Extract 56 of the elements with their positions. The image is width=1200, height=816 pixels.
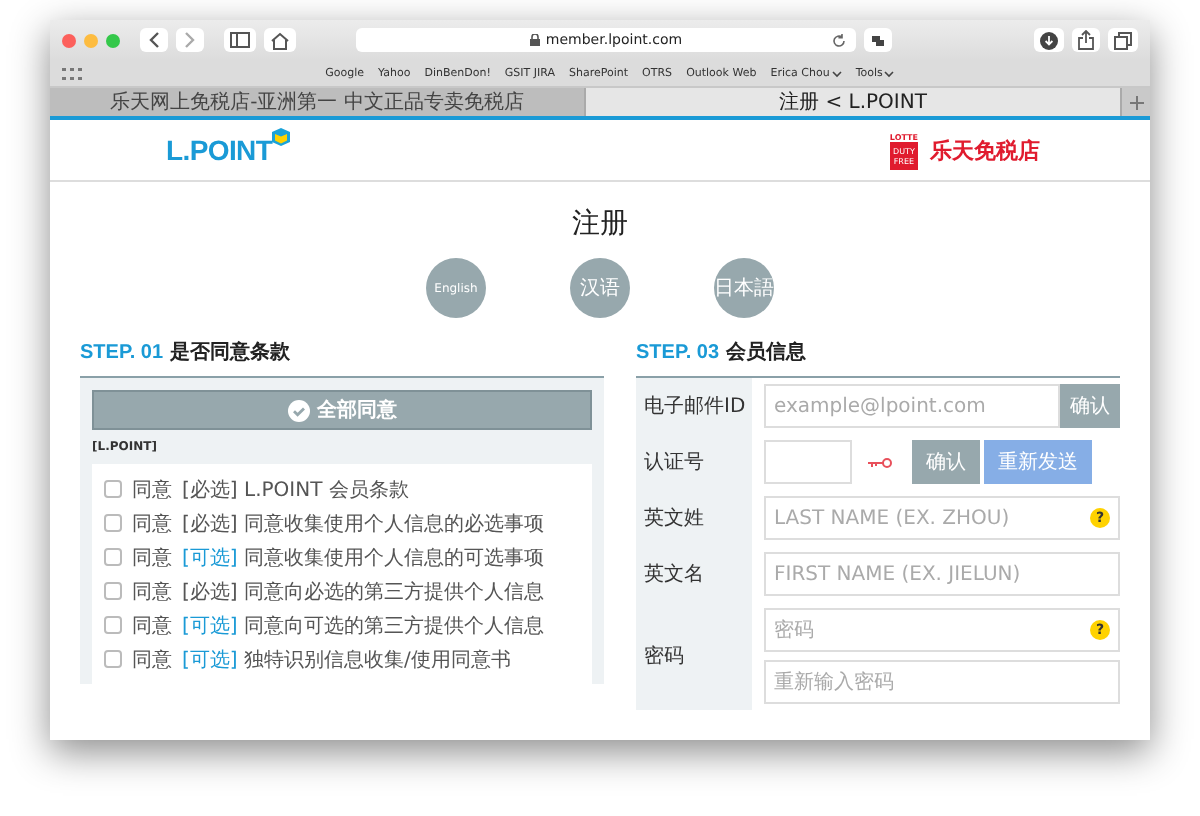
term-link[interactable]: [必选] 同意向必选的第三方提供个人信息 <box>182 577 544 605</box>
input-field[interactable]: FIRST NAME (EX. JIELUN) <box>764 552 1120 596</box>
term-link[interactable]: [必选] 同意收集使用个人信息的必选事项 <box>182 509 544 537</box>
term-link[interactable]: [可选] 同意收集使用个人信息的可选事项 <box>182 543 544 571</box>
field-label: 认证号 <box>642 450 706 476</box>
cube-icon <box>272 128 291 146</box>
plus-icon <box>1129 95 1143 109</box>
caret-icon <box>831 69 842 77</box>
field-label: 英文名 <box>642 561 706 588</box>
agree-label: 同意 <box>132 477 172 503</box>
checkbox[interactable] <box>104 480 122 498</box>
term-link[interactable]: [可选] 同意向可选的第三方提供个人信息 <box>182 611 544 639</box>
checkbox[interactable] <box>104 650 122 668</box>
key-icon <box>868 457 892 467</box>
zoom-button[interactable] <box>106 33 120 47</box>
tabs-icon <box>1114 31 1132 49</box>
checkbox[interactable] <box>104 514 122 532</box>
share-button[interactable] <box>1072 28 1100 52</box>
browser-tab[interactable]: 乐天网上免税店-亚洲第一 中文正品专卖免税店 <box>50 88 586 116</box>
home-icon <box>270 31 290 49</box>
chevron-left-icon <box>148 32 160 48</box>
close-button[interactable] <box>62 33 76 47</box>
check-circle-icon <box>287 399 309 421</box>
checkbox[interactable] <box>104 548 122 566</box>
field-label: 电子邮件ID <box>642 393 748 420</box>
minimize-button[interactable] <box>84 33 98 47</box>
home-button[interactable] <box>264 28 296 52</box>
sidebar-button[interactable] <box>224 28 256 52</box>
agree-label: 同意 <box>132 511 172 537</box>
checkbox[interactable] <box>104 616 122 634</box>
checkbox[interactable] <box>104 582 122 600</box>
input-field[interactable] <box>764 440 852 484</box>
extension-button[interactable] <box>864 28 892 52</box>
lock-icon <box>529 34 540 46</box>
reload-icon[interactable] <box>832 33 846 47</box>
field-label: 密码 <box>642 643 686 670</box>
tabs-overview-button[interactable] <box>1108 28 1138 52</box>
agree-label: 同意 <box>132 545 172 571</box>
bookmarks-grid-icon[interactable] <box>62 67 82 79</box>
sidebar-icon <box>230 32 250 48</box>
caret-icon <box>884 69 895 77</box>
page-title: 注册 <box>570 206 630 242</box>
input-field[interactable]: example@lpoint.com <box>764 384 1060 428</box>
input-field[interactable]: 重新输入密码 <box>764 660 1120 704</box>
agree-label: 同意 <box>132 647 172 673</box>
download-button[interactable] <box>1034 28 1064 52</box>
term-link[interactable]: [必选] L.POINT 会员条款 <box>182 475 409 503</box>
back-button[interactable] <box>140 28 168 52</box>
browser-tab[interactable]: 注册 < L.POINT <box>586 88 1122 116</box>
field-label: 英文姓 <box>642 505 706 532</box>
download-icon <box>1040 31 1058 49</box>
chevron-right-icon <box>184 32 196 48</box>
share-icon <box>1078 30 1094 50</box>
term-link[interactable]: [可选] 独特识别信息收集/使用同意书 <box>182 645 511 673</box>
agree-label: 同意 <box>132 579 172 605</box>
agree-label: 同意 <box>132 613 172 639</box>
